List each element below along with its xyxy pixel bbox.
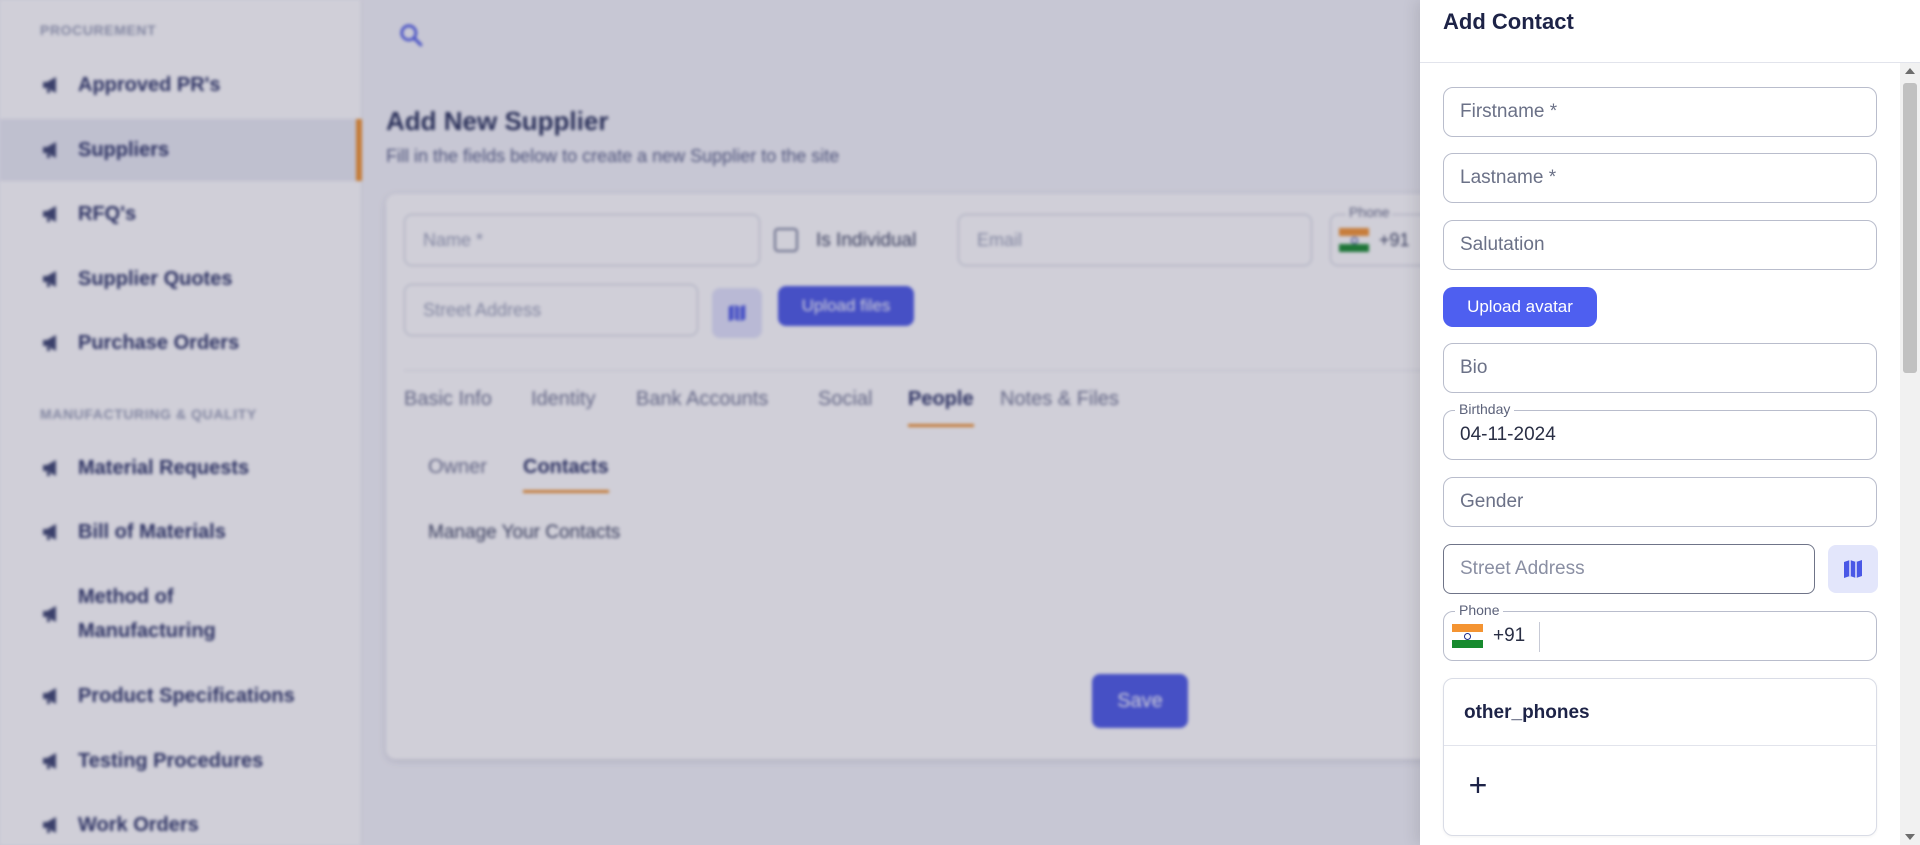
birthday-label: Birthday <box>1455 401 1515 417</box>
scroll-down-arrow-icon[interactable] <box>1905 834 1915 840</box>
other-phones-title: other_phones <box>1464 702 1590 723</box>
gender-field[interactable]: Gender <box>1443 477 1877 527</box>
phone-field[interactable]: Phone +91 <box>1443 602 1877 661</box>
phone-country-code: +91 <box>1493 625 1526 646</box>
salutation-field[interactable]: Salutation <box>1443 220 1877 270</box>
modal-backdrop[interactable] <box>0 0 1420 845</box>
drawer-title: Add Contact <box>1443 9 1574 34</box>
birthday-value: 04-11-2024 <box>1460 424 1556 445</box>
upload-avatar-button[interactable]: Upload avatar <box>1443 287 1597 327</box>
phone-label: Phone <box>1455 602 1504 618</box>
drawer-header-divider <box>1420 62 1920 63</box>
other-phones-card: other_phones + <box>1443 678 1877 836</box>
scrollbar-thumb[interactable] <box>1903 83 1917 373</box>
add-contact-drawer: Add Contact Firstname * Lastname * Salut… <box>1420 0 1920 845</box>
india-flag-icon[interactable] <box>1452 624 1483 648</box>
street-address-field[interactable]: Street Address <box>1443 544 1815 594</box>
drawer-scrollbar[interactable] <box>1900 63 1920 845</box>
map-button[interactable] <box>1828 545 1878 593</box>
add-phone-plus-icon[interactable]: + <box>1460 767 1496 803</box>
other-phones-divider <box>1444 745 1876 746</box>
map-icon <box>1844 560 1862 578</box>
firstname-field[interactable]: Firstname * <box>1443 87 1877 137</box>
birthday-field[interactable]: Birthday 04-11-2024 <box>1443 401 1877 460</box>
scroll-up-arrow-icon[interactable] <box>1905 68 1915 74</box>
phone-separator <box>1539 622 1540 652</box>
bio-field[interactable]: Bio <box>1443 343 1877 393</box>
lastname-field[interactable]: Lastname * <box>1443 153 1877 203</box>
